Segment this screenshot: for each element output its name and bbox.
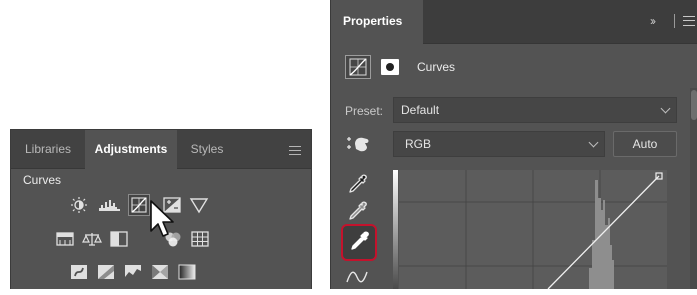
gradient-triangle-icon[interactable] — [189, 196, 209, 214]
curve-graph[interactable] — [399, 170, 667, 290]
panel-menu-icon[interactable] — [683, 16, 695, 26]
color-balance-icon[interactable] — [82, 230, 102, 248]
chevron-down-icon — [660, 103, 671, 114]
properties-panel: Properties ›› Curves Preset: Default RGB… — [330, 0, 697, 290]
layer-mask-icon[interactable] — [381, 59, 399, 75]
preset-label: Preset: — [345, 104, 384, 118]
eyedropper-gray-icon[interactable] — [342, 197, 374, 227]
targeted-adjustment-hand-icon[interactable] — [345, 133, 371, 155]
brightness-contrast-icon[interactable] — [69, 196, 89, 214]
selective-color-icon[interactable] — [150, 263, 170, 281]
curve-draw-icon[interactable] — [342, 265, 374, 295]
properties-tab-bar: Properties ›› — [331, 0, 697, 44]
channel-dropdown[interactable]: RGB — [393, 131, 605, 157]
tab-adjustments[interactable]: Adjustments — [85, 130, 177, 169]
tab-properties[interactable]: Properties — [331, 0, 423, 44]
levels-icon[interactable] — [98, 196, 122, 214]
adjustment-hover-label: Curves — [23, 173, 62, 187]
chevron-down-icon — [588, 137, 599, 148]
tab-libraries[interactable]: Libraries — [11, 130, 85, 168]
hue-saturation-icon[interactable] — [55, 230, 75, 248]
panel-menu-icon[interactable] — [289, 146, 301, 155]
preset-dropdown[interactable]: Default — [393, 97, 677, 123]
adjustments-panel: Libraries Adjustments Styles Curves — [10, 129, 312, 289]
threshold-icon[interactable] — [123, 263, 143, 281]
tab-styles[interactable]: Styles — [177, 130, 237, 168]
black-white-icon[interactable] — [109, 230, 129, 248]
properties-title: Curves — [417, 60, 456, 74]
posterize-icon[interactable] — [96, 263, 116, 281]
curves-icon[interactable] — [128, 194, 150, 216]
invert-icon[interactable] — [69, 263, 89, 281]
tab-bar-divider — [674, 14, 675, 28]
eyedropper-black-icon[interactable] — [342, 170, 374, 200]
auto-button[interactable]: Auto — [613, 131, 677, 157]
scrollbar-thumb[interactable] — [691, 90, 697, 120]
curves-layer-icon[interactable] — [345, 55, 371, 79]
properties-scrollbar[interactable] — [690, 88, 697, 289]
mouse-pointer-icon — [149, 199, 175, 239]
input-gradient-bar — [393, 170, 398, 289]
color-lookup-icon[interactable] — [190, 230, 210, 248]
eyedropper-white-icon[interactable] — [344, 227, 376, 257]
collapse-panels-icon[interactable]: ›› — [650, 14, 656, 28]
gradient-map-icon[interactable] — [177, 263, 197, 281]
preset-value: Default — [401, 103, 440, 117]
channel-value: RGB — [405, 137, 432, 151]
adjustments-tab-bar: Libraries Adjustments Styles — [11, 130, 311, 169]
